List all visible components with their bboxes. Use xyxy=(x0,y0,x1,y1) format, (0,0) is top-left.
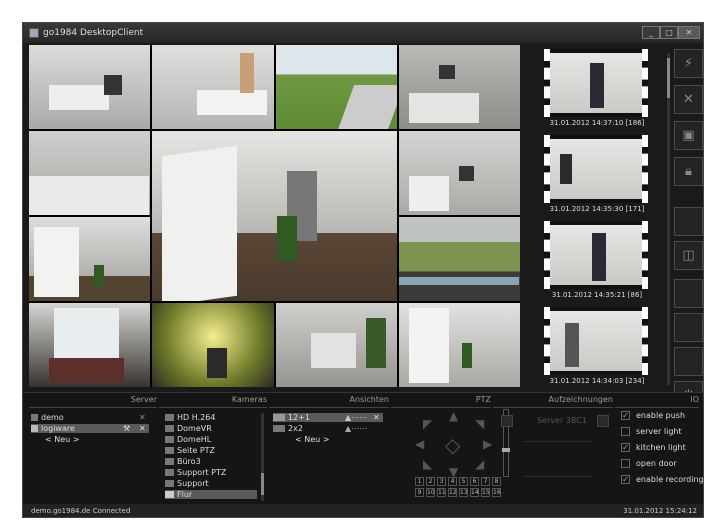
camera-tile-office-3[interactable] xyxy=(398,131,520,215)
recordings-timeline[interactable] xyxy=(523,441,593,477)
io-kitchen-light[interactable]: ✓ kitchen light xyxy=(621,443,686,452)
view-item-selected[interactable]: 12+1 ▲⋯⋯ ✕ xyxy=(273,413,383,422)
minimize-button[interactable]: _ xyxy=(642,26,660,39)
camera-icon[interactable]: ◫ xyxy=(674,241,703,270)
camera-tile-kitchen-1[interactable] xyxy=(398,45,520,129)
blank-button[interactable] xyxy=(674,207,703,236)
camera-item[interactable]: HD H.264 xyxy=(165,413,215,422)
ptz-preset-10[interactable]: 10 xyxy=(426,488,435,497)
close-icon[interactable]: ✕ xyxy=(139,424,146,433)
camera-grid xyxy=(29,45,520,387)
camera-tile-desk[interactable] xyxy=(275,303,397,387)
ptz-preset-13[interactable]: 13 xyxy=(459,488,468,497)
ptz-preset-16[interactable]: 16 xyxy=(492,488,501,497)
title-bar: go1984 DesktopClient _ □ ✕ xyxy=(23,23,703,43)
lock-icon[interactable]: 🔒︎ xyxy=(674,157,703,186)
ptz-preset-12[interactable]: 12 xyxy=(448,488,457,497)
ptz-down-left-icon[interactable]: ◣ xyxy=(423,457,432,471)
server-item-demo[interactable]: demo ✕ xyxy=(31,413,149,422)
camera-tile-hallway-2[interactable] xyxy=(29,217,151,301)
ptz-preset-6[interactable]: 6 xyxy=(470,477,479,486)
recording-thumb[interactable]: 31.01.2012 14:35:21 [86] xyxy=(533,221,661,305)
section-views: Ansichten xyxy=(269,395,389,408)
camera-list-scrollbar[interactable] xyxy=(261,413,264,501)
camera-tile-pool[interactable] xyxy=(398,217,520,301)
wrench-icon[interactable]: ⚒ xyxy=(123,424,130,433)
maximize-button[interactable]: □ xyxy=(660,26,678,39)
ptz-preset-14[interactable]: 14 xyxy=(470,488,479,497)
camera-tile-corridor[interactable] xyxy=(398,303,520,387)
ptz-preset-7[interactable]: 7 xyxy=(481,477,490,486)
ptz-preset-8[interactable]: 8 xyxy=(492,477,501,486)
save-icon[interactable]: ▣ xyxy=(674,121,703,150)
camera-item[interactable]: DomeVR xyxy=(165,424,212,433)
plug-icon[interactable]: ⚡ xyxy=(674,49,703,78)
server-item-logiware[interactable]: logiware ⚒ ✕ xyxy=(31,424,149,433)
camera-tile-kitchen-2[interactable] xyxy=(29,131,151,215)
ptz-preset-3[interactable]: 3 xyxy=(437,477,446,486)
status-bar: demo.go1984.de Connected 31.01.2012 15:2… xyxy=(23,504,703,517)
ptz-preset-11[interactable]: 11 xyxy=(437,488,446,497)
recording-thumb[interactable]: 31.01.2012 14:35:30 [171] xyxy=(533,135,661,219)
blank-button[interactable] xyxy=(674,347,703,376)
ptz-preset-15[interactable]: 15 xyxy=(481,488,490,497)
section-server: Server xyxy=(29,395,157,408)
camera-item[interactable]: Büro3 xyxy=(165,457,201,466)
view-item[interactable]: 2x2 ▲⋯⋯ xyxy=(273,424,383,433)
ptz-right-icon[interactable]: ▶ xyxy=(483,437,492,451)
io-enable-recording[interactable]: ✓ enable recording xyxy=(621,475,703,484)
camera-tile-garden[interactable] xyxy=(275,45,397,129)
recording-thumb[interactable]: 31.01.2012 14:37:10 [186] xyxy=(533,49,661,133)
ptz-preset-4[interactable]: 4 xyxy=(448,477,457,486)
ptz-up-right-icon[interactable]: ◥ xyxy=(475,417,484,431)
app-window: go1984 DesktopClient _ □ ✕ 31.01.2012 14… xyxy=(22,22,704,518)
blank-button[interactable] xyxy=(674,279,703,308)
ptz-up-icon[interactable]: ▲ xyxy=(449,409,458,423)
ptz-preset-1[interactable]: 1 xyxy=(415,477,424,486)
status-datetime: 31.01.2012 15:24:12 xyxy=(623,507,697,515)
section-cameras: Kameras xyxy=(159,395,267,408)
connection-status: demo.go1984.de Connected xyxy=(31,507,131,515)
recording-thumb[interactable]: 31.01.2012 14:34:03 [234] xyxy=(533,307,661,391)
recording-timestamp: 31.01.2012 14:34:03 [234] xyxy=(549,377,645,385)
recording-timestamp: 31.01.2012 14:37:10 [186] xyxy=(549,119,645,127)
close-button[interactable]: ✕ xyxy=(678,26,700,39)
ptz-left-icon[interactable]: ◀ xyxy=(415,437,424,451)
recording-timestamp: 31.01.2012 14:35:21 [86] xyxy=(551,291,643,299)
camera-item-selected[interactable]: Flur xyxy=(165,490,257,499)
camera-tile-hallway-large[interactable] xyxy=(152,131,397,301)
ptz-preset-5[interactable]: 5 xyxy=(459,477,468,486)
window-title: go1984 DesktopClient xyxy=(43,28,144,38)
camera-tile-green-room[interactable] xyxy=(152,303,274,387)
section-io: IO xyxy=(615,395,699,408)
thumbnail-scrollbar[interactable] xyxy=(667,53,670,385)
view-add-new[interactable]: < Neu > xyxy=(295,435,329,444)
ptz-preset-9[interactable]: 9 xyxy=(415,488,424,497)
io-enable-push[interactable]: ✓ enable push xyxy=(621,411,685,420)
ptz-preset-2[interactable]: 2 xyxy=(426,477,435,486)
wrench-icon[interactable]: ✕ xyxy=(674,85,703,114)
recordings-server-label: Server 3BC1 xyxy=(537,416,587,425)
camera-item[interactable]: Support xyxy=(165,479,209,488)
ptz-up-left-icon[interactable]: ◤ xyxy=(423,417,432,431)
side-toolbar: ⚡ ✕ ▣ 🔒︎ ◫ ⏻ xyxy=(674,45,703,410)
camera-item[interactable]: Support PTZ xyxy=(165,468,226,477)
control-panel: Server Kameras Ansichten PTZ Aufzeichnun… xyxy=(23,392,703,505)
io-server-light[interactable]: server light xyxy=(621,427,682,436)
blank-button[interactable] xyxy=(674,313,703,342)
camera-tile-office-2[interactable] xyxy=(152,45,274,129)
camera-tile-office-1[interactable] xyxy=(29,45,151,129)
camera-item[interactable]: DomeHL xyxy=(165,435,211,444)
recording-timestamp: 31.01.2012 14:35:30 [171] xyxy=(549,205,645,213)
ptz-down-right-icon[interactable]: ◢ xyxy=(475,457,484,471)
io-open-door[interactable]: open door xyxy=(621,459,677,468)
server-add-new[interactable]: < Neu > xyxy=(45,435,79,444)
recordings-controls: Server 3BC1 xyxy=(499,413,611,427)
camera-tile-office-window[interactable] xyxy=(29,303,151,387)
close-icon[interactable]: ✕ xyxy=(373,413,380,422)
ptz-center-icon[interactable]: ◇ xyxy=(445,433,460,457)
recording-thumbnails: 31.01.2012 14:37:10 [186] 31.01.2012 14:… xyxy=(533,45,661,389)
camera-item[interactable]: Seite PTZ xyxy=(165,446,215,455)
app-icon xyxy=(29,28,39,38)
